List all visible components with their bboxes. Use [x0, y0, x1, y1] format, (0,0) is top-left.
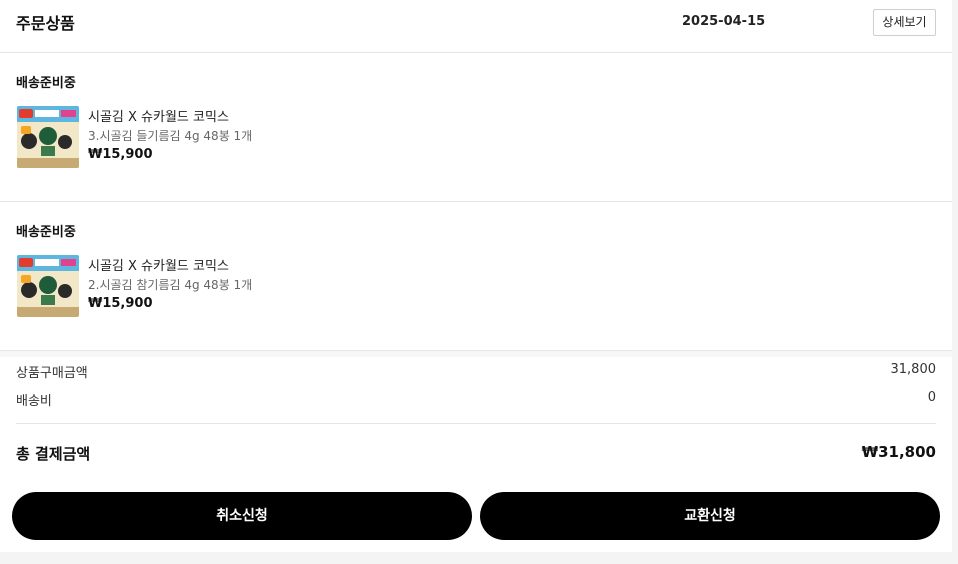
order-date: 2025-04-15: [682, 14, 766, 29]
item-status: 배송준비중: [16, 76, 76, 91]
total-value: ₩31,800: [861, 443, 936, 461]
shipping-value: 0: [927, 390, 936, 405]
product-name[interactable]: 시골김 X 슈카월드 코믹스: [88, 255, 229, 274]
order-item: 배송준비중 시골김 X 슈카월드 코믹스 2.시골김 참기름김 4g 48봉 1…: [0, 202, 952, 351]
exchange-request-button[interactable]: 교환신청: [480, 492, 940, 540]
product-option: 3.시골김 들기름김 4g 48봉 1개: [88, 129, 253, 143]
subtotal-label: 상품구매금액: [16, 366, 88, 381]
product-price: ₩15,900: [88, 147, 153, 162]
view-details-button[interactable]: 상세보기: [873, 9, 936, 36]
product-price: ₩15,900: [88, 296, 153, 311]
product-thumbnail-icon[interactable]: [17, 255, 79, 317]
summary-divider: [16, 423, 936, 424]
order-title: 주문상품: [16, 14, 75, 33]
order-product-card: 주문상품 2025-04-15 상세보기 배송준비중 시골김 X 슈카월드 코믹…: [0, 0, 952, 552]
total-label: 총 결제금액: [16, 445, 91, 463]
shipping-label: 배송비: [16, 394, 52, 409]
section-divider: [0, 351, 952, 357]
order-item: 배송준비중 시골김 X 슈카월드 코믹스 3.시골김 들기름김 4g 48봉 1…: [0, 53, 952, 202]
product-option: 2.시골김 참기름김 4g 48봉 1개: [88, 278, 253, 292]
item-status: 배송준비중: [16, 225, 76, 240]
product-thumbnail-icon[interactable]: [17, 106, 79, 168]
subtotal-value: 31,800: [890, 362, 937, 377]
order-header: 주문상품 2025-04-15 상세보기: [0, 0, 952, 53]
cancel-request-button[interactable]: 취소신청: [12, 492, 472, 540]
product-name[interactable]: 시골김 X 슈카월드 코믹스: [88, 106, 229, 125]
